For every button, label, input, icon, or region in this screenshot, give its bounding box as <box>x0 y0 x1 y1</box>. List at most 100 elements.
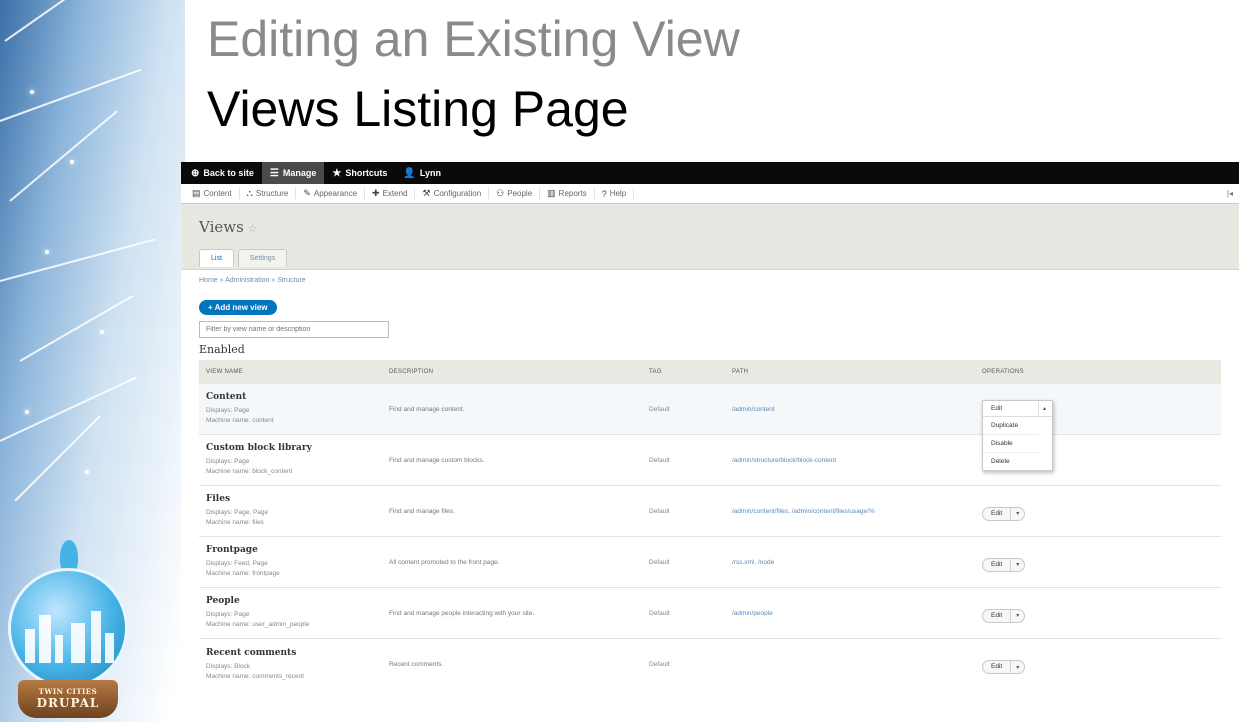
wrench-icon: ⚒ <box>422 188 431 198</box>
view-path-link[interactable]: /admin/content <box>732 406 982 413</box>
header-tag: TAG <box>649 369 662 375</box>
view-name: Custom block library <box>206 443 312 453</box>
header-operations: OPERATIONS <box>982 369 1024 375</box>
menu-label: Reports <box>558 189 587 198</box>
chevron-down-icon[interactable]: ▾ <box>1011 612 1024 619</box>
page-header: Views ☆ List Settings <box>181 204 1239 270</box>
view-machine-name: Machine name: comments_recent <box>206 672 304 680</box>
menu-label: Extend <box>382 189 408 198</box>
table-header: VIEW NAME DESCRIPTION TAG PATH OPERATION… <box>199 360 1221 384</box>
table-row: Custom block library Displays: Page Machin… <box>199 435 1221 486</box>
view-tag: Default <box>649 456 670 464</box>
edit-button[interactable]: Edit <box>983 609 1012 622</box>
logo-base: TWIN CITIES DRUPAL <box>18 680 118 718</box>
menu-structure[interactable]: ⛬ Structure <box>240 188 297 199</box>
view-path-link[interactable]: /admin/content/files, /admin/content/fil… <box>732 508 982 515</box>
view-description: Find and manage files. <box>389 507 455 515</box>
view-displays: Displays: Page <box>206 458 250 465</box>
operations-dropdown-menu: Edit ▴ Duplicate Disable Delete <box>982 400 1053 471</box>
slide-subtitle: Views Listing Page <box>207 81 629 137</box>
page-title-text: Views <box>199 218 244 236</box>
drupal-screenshot: ⊕ Back to site ☰ Manage ★ Shortcuts 👤 Lynn ▤… <box>181 162 1239 684</box>
menu-content[interactable]: ▤ Content <box>185 188 240 199</box>
operations-dropbutton: Edit ▾ <box>982 608 1026 623</box>
table-row: Recent comments Displays: Block Machine na… <box>199 639 1221 684</box>
admin-menu: ▤ Content ⛬ Structure ✎ Appearance ✚ Extend … <box>181 184 1239 204</box>
toolbar-label: Lynn <box>419 168 442 178</box>
menu-label: People <box>507 189 533 198</box>
tab-list[interactable]: List <box>199 249 234 267</box>
chevron-down-icon[interactable]: ▾ <box>1011 510 1024 517</box>
duplicate-menu-item[interactable]: Duplicate <box>983 417 1039 435</box>
breadcrumb[interactable]: Home » Administration » Structure <box>199 277 306 284</box>
chevron-down-icon[interactable]: ▾ <box>1011 561 1024 568</box>
header-description: DESCRIPTION <box>389 369 434 375</box>
menu-label: Help <box>609 189 627 198</box>
tab-settings[interactable]: Settings <box>237 249 288 267</box>
edit-button[interactable]: Edit <box>983 558 1012 571</box>
toolbar-shortcuts[interactable]: ★ Shortcuts <box>324 162 395 184</box>
view-description: Find and manage custom blocks. <box>389 456 485 464</box>
view-displays: Displays: Page <box>206 407 250 414</box>
toolbar-user[interactable]: 👤 Lynn <box>395 162 449 184</box>
menu-icon: ☰ <box>269 167 279 179</box>
content-icon: ▤ <box>192 188 201 198</box>
delete-menu-item[interactable]: Delete <box>983 453 1039 470</box>
disable-menu-item[interactable]: Disable <box>983 435 1039 453</box>
view-displays: Displays: Page, Page <box>206 509 269 516</box>
menu-configuration[interactable]: ⚒ Configuration <box>415 188 490 199</box>
header-view-name: VIEW NAME <box>206 369 244 375</box>
table-row: Files Displays: Page, Page Machine name: f… <box>199 486 1221 537</box>
view-name: Content <box>206 392 247 402</box>
chevron-up-icon[interactable]: ▴ <box>1039 405 1046 412</box>
edit-button[interactable]: Edit <box>983 507 1012 520</box>
view-machine-name: Machine name: block_content <box>206 468 293 475</box>
view-description: Recent comments. <box>389 661 444 668</box>
toolbar-label: Manage <box>282 168 317 178</box>
appearance-icon: ✎ <box>303 188 311 198</box>
enabled-section-heading: Enabled <box>199 343 245 356</box>
collapse-toggle-icon[interactable]: |◂ <box>1227 189 1233 198</box>
add-new-view-button[interactable]: + Add new view <box>199 300 277 315</box>
slide-title: Editing an Existing View <box>207 11 740 67</box>
view-description: Find and manage people interacting with … <box>389 609 535 617</box>
menu-label: Content <box>203 189 232 198</box>
view-path-link[interactable]: /admin/structure/block/block-content <box>732 457 982 464</box>
menu-extend[interactable]: ✚ Extend <box>365 188 416 199</box>
view-name: People <box>206 596 240 606</box>
badge-line1: TWIN CITIES <box>38 687 98 696</box>
toolbar-label: Shortcuts <box>345 168 388 178</box>
view-path-link[interactable]: /rss.xml, /node <box>732 559 982 566</box>
filter-views-input[interactable] <box>199 321 389 338</box>
table-row: Frontpage Displays: Feed, Page Machine nam… <box>199 537 1221 588</box>
view-name: Frontpage <box>206 545 258 555</box>
view-tag: Default <box>649 661 670 668</box>
snow-globe-logo <box>8 568 128 688</box>
reports-icon: ▥ <box>547 188 556 198</box>
table-row: Content Displays: Page Machine name: conte… <box>199 384 1221 435</box>
view-machine-name: Machine name: content <box>206 417 274 424</box>
edit-button[interactable]: Edit <box>983 661 1012 673</box>
menu-help[interactable]: ? Help <box>595 188 635 199</box>
menu-appearance[interactable]: ✎ Appearance <box>296 188 366 199</box>
view-path-link[interactable]: /admin/people <box>732 610 982 617</box>
view-name: Recent comments <box>206 647 297 658</box>
operations-dropbutton: Edit ▾ <box>982 660 1026 674</box>
toolbar-back-to-site[interactable]: ⊕ Back to site <box>183 162 262 184</box>
shortcut-star-icon[interactable]: ☆ <box>248 222 258 235</box>
extend-icon: ✚ <box>372 188 380 198</box>
view-description: All content promoted to the front page. <box>389 558 500 566</box>
chevron-down-icon[interactable]: ▾ <box>1011 664 1024 671</box>
structure-icon: ⛬ <box>246 188 253 198</box>
dropdown-edit-button[interactable]: Edit <box>983 400 1039 417</box>
page-title: Views ☆ <box>199 218 258 236</box>
badge-line2: DRUPAL <box>36 696 100 710</box>
menu-people[interactable]: ⚇ People <box>489 188 541 199</box>
toolbar-manage[interactable]: ☰ Manage <box>261 162 325 184</box>
header-path: PATH <box>732 369 749 375</box>
user-icon: 👤 <box>403 167 416 179</box>
view-tag: Default <box>649 507 670 515</box>
view-tag: Default <box>649 609 670 617</box>
help-icon: ? <box>601 188 607 199</box>
menu-reports[interactable]: ▥ Reports <box>540 188 595 199</box>
